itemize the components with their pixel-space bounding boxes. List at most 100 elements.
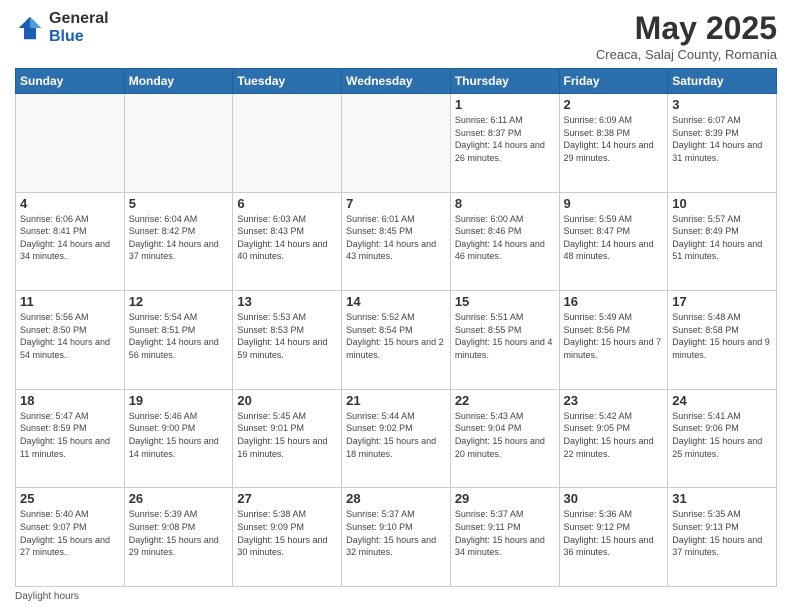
calendar-day-header: Thursday bbox=[450, 69, 559, 94]
calendar-cell: 21 Sunrise: 5:44 AM Sunset: 9:02 PM Dayli… bbox=[342, 389, 451, 488]
calendar-day-header: Tuesday bbox=[233, 69, 342, 94]
day-number: 14 bbox=[346, 294, 446, 309]
calendar-cell bbox=[124, 94, 233, 193]
day-number: 1 bbox=[455, 97, 555, 112]
day-number: 10 bbox=[672, 196, 772, 211]
calendar-cell: 14 Sunrise: 5:52 AM Sunset: 8:54 PM Dayli… bbox=[342, 291, 451, 390]
day-info: Sunrise: 6:03 AM Sunset: 8:43 PM Dayligh… bbox=[237, 213, 337, 263]
calendar-cell: 27 Sunrise: 5:38 AM Sunset: 9:09 PM Dayli… bbox=[233, 488, 342, 587]
calendar-table: SundayMondayTuesdayWednesdayThursdayFrid… bbox=[15, 68, 777, 587]
day-number: 15 bbox=[455, 294, 555, 309]
day-number: 11 bbox=[20, 294, 120, 309]
calendar-cell: 18Sunrise: 5:47 AM Sunset: 8:59 PM Dayli… bbox=[16, 389, 125, 488]
day-info: Sunrise: 5:35 AM Sunset: 9:13 PM Dayligh… bbox=[672, 508, 772, 558]
day-number: 30 bbox=[564, 491, 664, 506]
calendar-cell: 13 Sunrise: 5:53 AM Sunset: 8:53 PM Dayli… bbox=[233, 291, 342, 390]
day-info: Sunrise: 5:59 AM Sunset: 8:47 PM Dayligh… bbox=[564, 213, 664, 263]
calendar-cell: 11Sunrise: 5:56 AM Sunset: 8:50 PM Dayli… bbox=[16, 291, 125, 390]
day-number: 24 bbox=[672, 393, 772, 408]
calendar-cell: 25 Sunrise: 5:40 AM Sunset: 9:07 PM Dayli… bbox=[16, 488, 125, 587]
page: General Blue May 2025 Creaca, Salaj Coun… bbox=[0, 0, 792, 612]
day-number: 23 bbox=[564, 393, 664, 408]
day-number: 21 bbox=[346, 393, 446, 408]
day-info: Sunrise: 6:11 AM Sunset: 8:37 PM Dayligh… bbox=[455, 114, 555, 164]
title-block: May 2025 Creaca, Salaj County, Romania bbox=[596, 10, 777, 62]
day-number: 17 bbox=[672, 294, 772, 309]
day-number: 18 bbox=[20, 393, 120, 408]
calendar-day-header: Monday bbox=[124, 69, 233, 94]
day-number: 26 bbox=[129, 491, 229, 506]
footer: Daylight hours bbox=[15, 591, 777, 602]
day-info: Sunrise: 5:46 AM Sunset: 9:00 PM Dayligh… bbox=[129, 410, 229, 460]
day-info: Sunrise: 5:40 AM Sunset: 9:07 PM Dayligh… bbox=[20, 508, 120, 558]
calendar-cell: 6 Sunrise: 6:03 AM Sunset: 8:43 PM Daylig… bbox=[233, 192, 342, 291]
subtitle: Creaca, Salaj County, Romania bbox=[596, 47, 777, 62]
calendar-week-row: 11Sunrise: 5:56 AM Sunset: 8:50 PM Dayli… bbox=[16, 291, 777, 390]
day-info: Sunrise: 5:45 AM Sunset: 9:01 PM Dayligh… bbox=[237, 410, 337, 460]
logo-blue: Blue bbox=[49, 28, 109, 46]
day-number: 12 bbox=[129, 294, 229, 309]
calendar-week-row: 1 Sunrise: 6:11 AM Sunset: 8:37 PM Daylig… bbox=[16, 94, 777, 193]
calendar-header-row: SundayMondayTuesdayWednesdayThursdayFrid… bbox=[16, 69, 777, 94]
calendar-cell: 15 Sunrise: 5:51 AM Sunset: 8:55 PM Dayli… bbox=[450, 291, 559, 390]
day-number: 9 bbox=[564, 196, 664, 211]
day-number: 7 bbox=[346, 196, 446, 211]
calendar-cell: 31 Sunrise: 5:35 AM Sunset: 9:13 PM Dayli… bbox=[668, 488, 777, 587]
calendar-day-header: Sunday bbox=[16, 69, 125, 94]
calendar-cell: 22 Sunrise: 5:43 AM Sunset: 9:04 PM Dayli… bbox=[450, 389, 559, 488]
calendar-cell: 1 Sunrise: 6:11 AM Sunset: 8:37 PM Daylig… bbox=[450, 94, 559, 193]
day-info: Sunrise: 5:36 AM Sunset: 9:12 PM Dayligh… bbox=[564, 508, 664, 558]
calendar-week-row: 18Sunrise: 5:47 AM Sunset: 8:59 PM Dayli… bbox=[16, 389, 777, 488]
day-number: 4 bbox=[20, 196, 120, 211]
day-info: Sunrise: 5:43 AM Sunset: 9:04 PM Dayligh… bbox=[455, 410, 555, 460]
calendar-cell: 9 Sunrise: 5:59 AM Sunset: 8:47 PM Daylig… bbox=[559, 192, 668, 291]
day-info: Sunrise: 5:37 AM Sunset: 9:10 PM Dayligh… bbox=[346, 508, 446, 558]
day-info: Sunrise: 5:52 AM Sunset: 8:54 PM Dayligh… bbox=[346, 311, 446, 361]
day-number: 28 bbox=[346, 491, 446, 506]
day-number: 13 bbox=[237, 294, 337, 309]
day-info: Sunrise: 5:48 AM Sunset: 8:58 PM Dayligh… bbox=[672, 311, 772, 361]
calendar-cell: 26Sunrise: 5:39 AM Sunset: 9:08 PM Dayli… bbox=[124, 488, 233, 587]
calendar-day-header: Saturday bbox=[668, 69, 777, 94]
calendar-cell bbox=[16, 94, 125, 193]
day-number: 31 bbox=[672, 491, 772, 506]
logo-text: General Blue bbox=[49, 10, 109, 45]
calendar-cell bbox=[233, 94, 342, 193]
day-number: 22 bbox=[455, 393, 555, 408]
day-number: 5 bbox=[129, 196, 229, 211]
day-info: Sunrise: 6:06 AM Sunset: 8:41 PM Dayligh… bbox=[20, 213, 120, 263]
day-info: Sunrise: 6:07 AM Sunset: 8:39 PM Dayligh… bbox=[672, 114, 772, 164]
day-number: 27 bbox=[237, 491, 337, 506]
calendar-cell: 28 Sunrise: 5:37 AM Sunset: 9:10 PM Dayli… bbox=[342, 488, 451, 587]
day-number: 29 bbox=[455, 491, 555, 506]
calendar-day-header: Friday bbox=[559, 69, 668, 94]
day-info: Sunrise: 5:57 AM Sunset: 8:49 PM Dayligh… bbox=[672, 213, 772, 263]
calendar-cell: 12Sunrise: 5:54 AM Sunset: 8:51 PM Dayli… bbox=[124, 291, 233, 390]
calendar-cell: 7 Sunrise: 6:01 AM Sunset: 8:45 PM Daylig… bbox=[342, 192, 451, 291]
day-info: Sunrise: 6:01 AM Sunset: 8:45 PM Dayligh… bbox=[346, 213, 446, 263]
calendar-cell: 20Sunrise: 5:45 AM Sunset: 9:01 PM Dayli… bbox=[233, 389, 342, 488]
calendar-day-header: Wednesday bbox=[342, 69, 451, 94]
calendar-cell: 29 Sunrise: 5:37 AM Sunset: 9:11 PM Dayli… bbox=[450, 488, 559, 587]
calendar-cell: 16Sunrise: 5:49 AM Sunset: 8:56 PM Dayli… bbox=[559, 291, 668, 390]
day-info: Sunrise: 5:51 AM Sunset: 8:55 PM Dayligh… bbox=[455, 311, 555, 361]
day-info: Sunrise: 5:44 AM Sunset: 9:02 PM Dayligh… bbox=[346, 410, 446, 460]
day-number: 25 bbox=[20, 491, 120, 506]
day-number: 8 bbox=[455, 196, 555, 211]
day-info: Sunrise: 5:42 AM Sunset: 9:05 PM Dayligh… bbox=[564, 410, 664, 460]
calendar-cell: 10 Sunrise: 5:57 AM Sunset: 8:49 PM Dayli… bbox=[668, 192, 777, 291]
day-number: 6 bbox=[237, 196, 337, 211]
day-info: Sunrise: 6:00 AM Sunset: 8:46 PM Dayligh… bbox=[455, 213, 555, 263]
calendar-cell: 30 Sunrise: 5:36 AM Sunset: 9:12 PM Dayli… bbox=[559, 488, 668, 587]
day-info: Sunrise: 5:53 AM Sunset: 8:53 PM Dayligh… bbox=[237, 311, 337, 361]
calendar-cell bbox=[342, 94, 451, 193]
day-number: 19 bbox=[129, 393, 229, 408]
day-info: Sunrise: 5:41 AM Sunset: 9:06 PM Dayligh… bbox=[672, 410, 772, 460]
day-info: Sunrise: 6:04 AM Sunset: 8:42 PM Dayligh… bbox=[129, 213, 229, 263]
calendar-cell: 23 Sunrise: 5:42 AM Sunset: 9:05 PM Dayli… bbox=[559, 389, 668, 488]
day-info: Sunrise: 5:37 AM Sunset: 9:11 PM Dayligh… bbox=[455, 508, 555, 558]
day-info: Sunrise: 5:38 AM Sunset: 9:09 PM Dayligh… bbox=[237, 508, 337, 558]
day-info: Sunrise: 5:49 AM Sunset: 8:56 PM Dayligh… bbox=[564, 311, 664, 361]
logo: General Blue bbox=[15, 10, 109, 45]
calendar-cell: 24 Sunrise: 5:41 AM Sunset: 9:06 PM Dayli… bbox=[668, 389, 777, 488]
